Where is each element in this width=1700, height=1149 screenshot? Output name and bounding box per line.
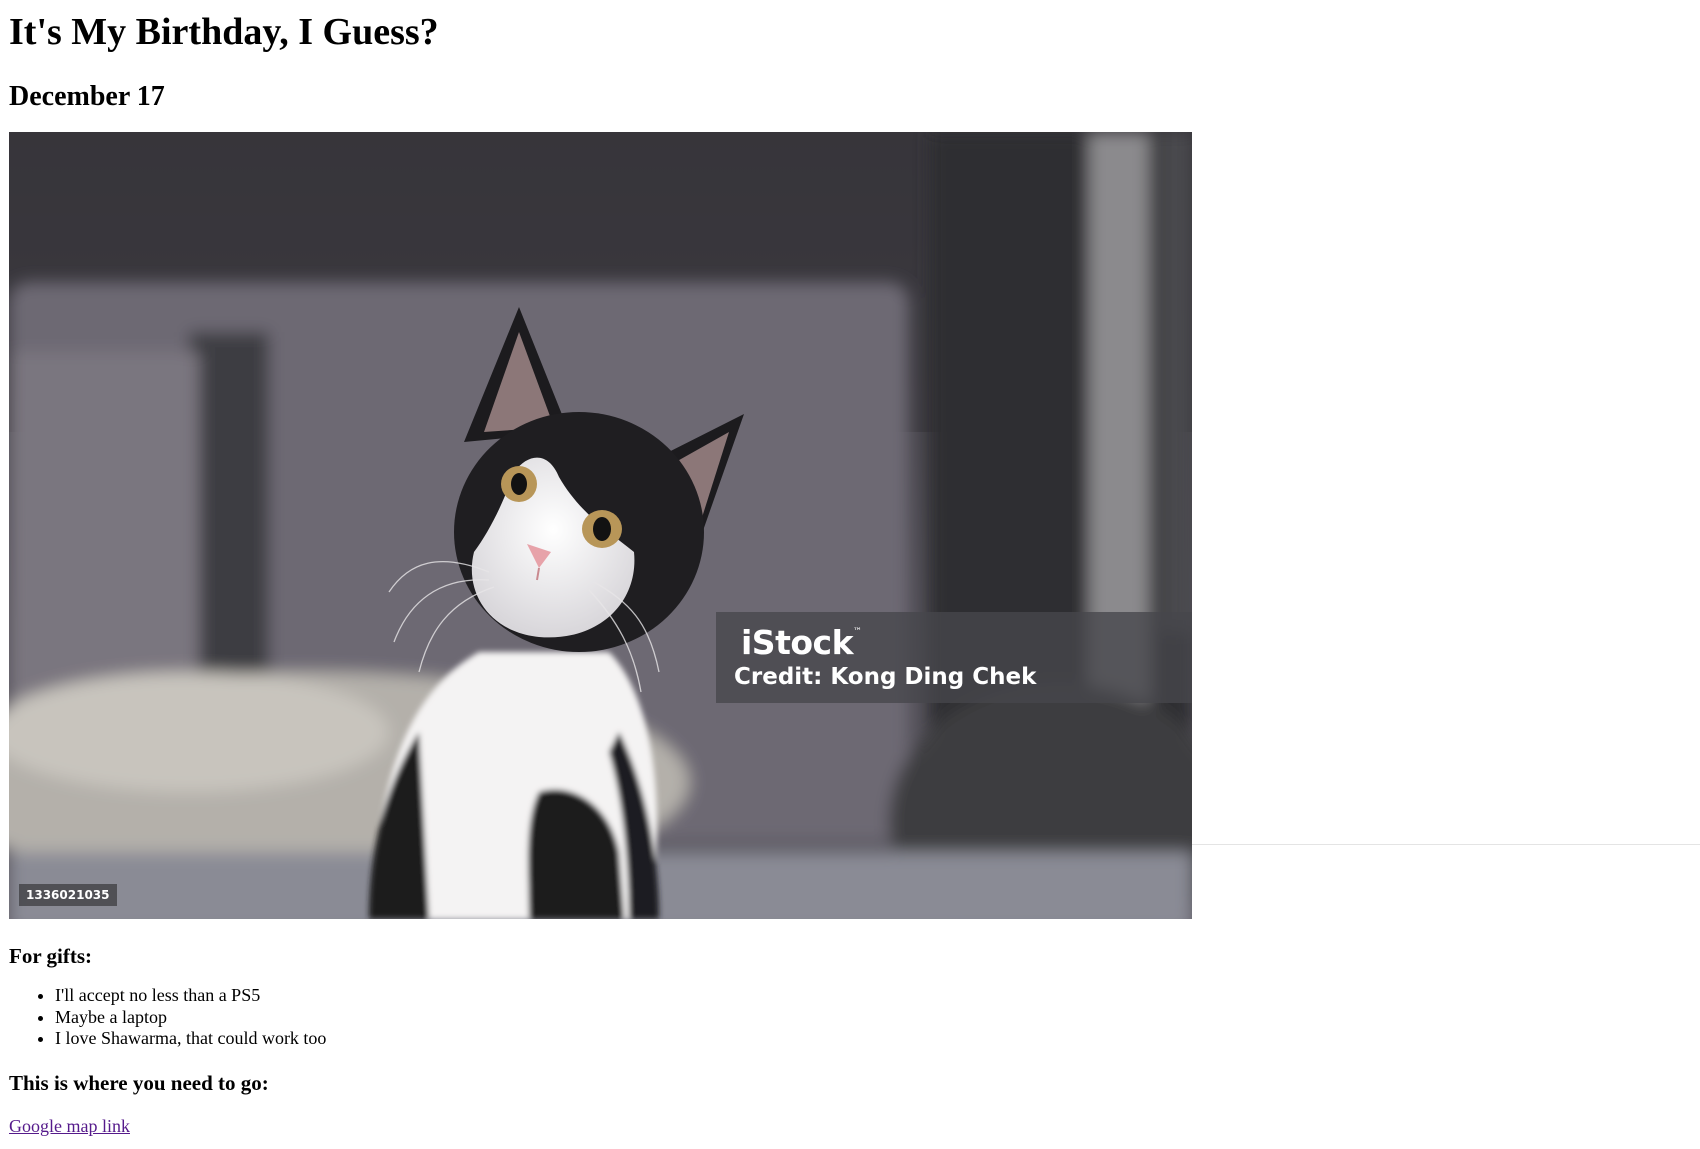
divider-line <box>1192 844 1700 845</box>
page-title: It's My Birthday, I Guess? <box>9 11 439 53</box>
istock-logo: iStock™ <box>741 623 862 662</box>
istock-tm: ™ <box>853 627 862 637</box>
list-item: I love Shawarma, that could work too <box>55 1028 1691 1050</box>
location-heading: This is where you need to go: <box>9 1070 269 1095</box>
istock-watermark: iStock™ Credit: Kong Ding Chek <box>716 612 1192 703</box>
istock-logo-text: iStock <box>741 623 854 662</box>
cat-photo: iStock™ Credit: Kong Ding Chek 133602103… <box>9 132 1192 919</box>
date-heading: December 17 <box>9 81 165 112</box>
photo-id-badge: 1336021035 <box>19 884 117 906</box>
page: It's My Birthday, I Guess? December 17 i… <box>0 10 1700 1137</box>
cat-photo-illustration <box>9 132 1192 919</box>
photo-credit: Credit: Kong Ding Chek <box>734 664 1037 690</box>
list-item: Maybe a laptop <box>55 1007 1691 1029</box>
gifts-heading: For gifts: <box>9 944 93 968</box>
gifts-list: I'll accept no less than a PS5 Maybe a l… <box>9 985 1691 1050</box>
google-map-link[interactable]: Google map link <box>9 1116 130 1137</box>
list-item: I'll accept no less than a PS5 <box>55 985 1691 1007</box>
